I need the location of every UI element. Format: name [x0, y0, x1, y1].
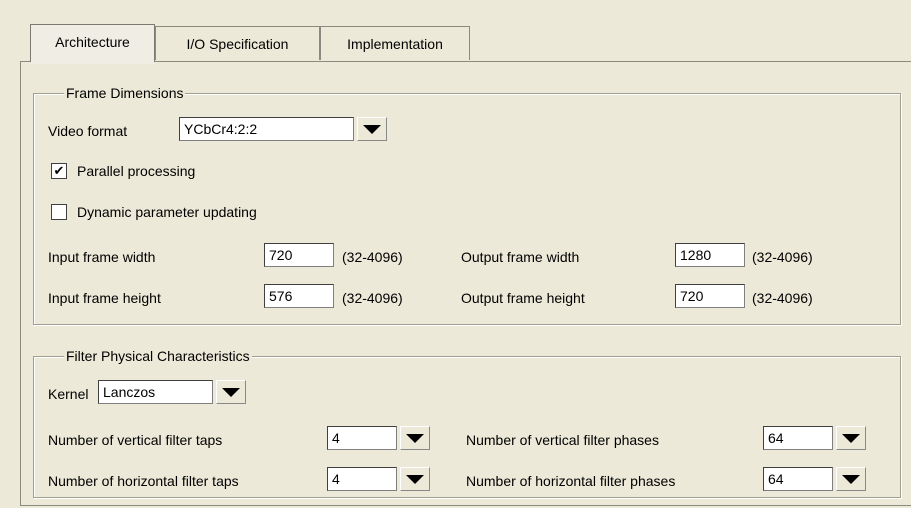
horizontal-phases-select[interactable]: 64	[763, 467, 833, 491]
video-format-select[interactable]: YCbCr4:2:2	[179, 117, 354, 141]
video-format-dropdown-button[interactable]	[357, 117, 387, 141]
horizontal-taps-select[interactable]: 4	[327, 467, 397, 491]
input-height-label: Input frame height	[48, 290, 161, 306]
video-format-label: Video format	[48, 123, 128, 139]
kernel-label: Kernel	[48, 386, 89, 402]
chevron-down-icon	[406, 433, 424, 443]
dynamic-updating-label: Dynamic parameter updating	[77, 204, 257, 220]
chevron-down-icon	[406, 474, 424, 484]
output-width-range: (32-4096)	[752, 249, 813, 265]
chevron-down-icon	[842, 433, 860, 443]
output-width-field[interactable]: 1280	[675, 243, 745, 267]
vertical-phases-dropdown-button[interactable]	[836, 426, 866, 450]
output-height-range: (32-4096)	[752, 290, 813, 306]
tab-implementation[interactable]: Implementation	[320, 26, 470, 60]
chevron-down-icon	[842, 474, 860, 484]
horizontal-phases-dropdown-button[interactable]	[836, 467, 866, 491]
horizontal-taps-dropdown-button[interactable]	[400, 467, 430, 491]
kernel-select[interactable]: Lanczos	[98, 380, 213, 404]
horizontal-taps-label: Number of horizontal filter taps	[48, 473, 239, 489]
chevron-down-icon	[222, 387, 240, 397]
filter-characteristics-legend: Filter Physical Characteristics	[64, 348, 252, 364]
input-width-field[interactable]: 720	[264, 243, 334, 267]
vertical-phases-label: Number of vertical filter phases	[466, 432, 659, 448]
tab-architecture[interactable]: Architecture	[30, 24, 155, 64]
vertical-phases-select[interactable]: 64	[763, 426, 833, 450]
parallel-processing-checkbox[interactable]: ✔	[51, 163, 67, 179]
output-height-label: Output frame height	[461, 290, 585, 306]
vertical-taps-dropdown-button[interactable]	[400, 426, 430, 450]
parallel-processing-label: Parallel processing	[77, 163, 196, 179]
horizontal-phases-label: Number of horizontal filter phases	[466, 473, 676, 489]
input-width-range: (32-4096)	[342, 249, 403, 265]
frame-dimensions-legend: Frame Dimensions	[64, 85, 186, 101]
tab-io-specification[interactable]: I/O Specification	[155, 26, 320, 60]
input-height-field[interactable]: 576	[264, 284, 334, 308]
kernel-dropdown-button[interactable]	[216, 380, 246, 404]
chevron-down-icon	[363, 124, 381, 134]
output-height-field[interactable]: 720	[675, 284, 745, 308]
vertical-taps-select[interactable]: 4	[327, 426, 397, 450]
input-width-label: Input frame width	[48, 249, 156, 265]
input-height-range: (32-4096)	[342, 290, 403, 306]
vertical-taps-label: Number of vertical filter taps	[48, 432, 223, 448]
dynamic-updating-checkbox[interactable]	[51, 204, 67, 220]
output-width-label: Output frame width	[461, 249, 580, 265]
